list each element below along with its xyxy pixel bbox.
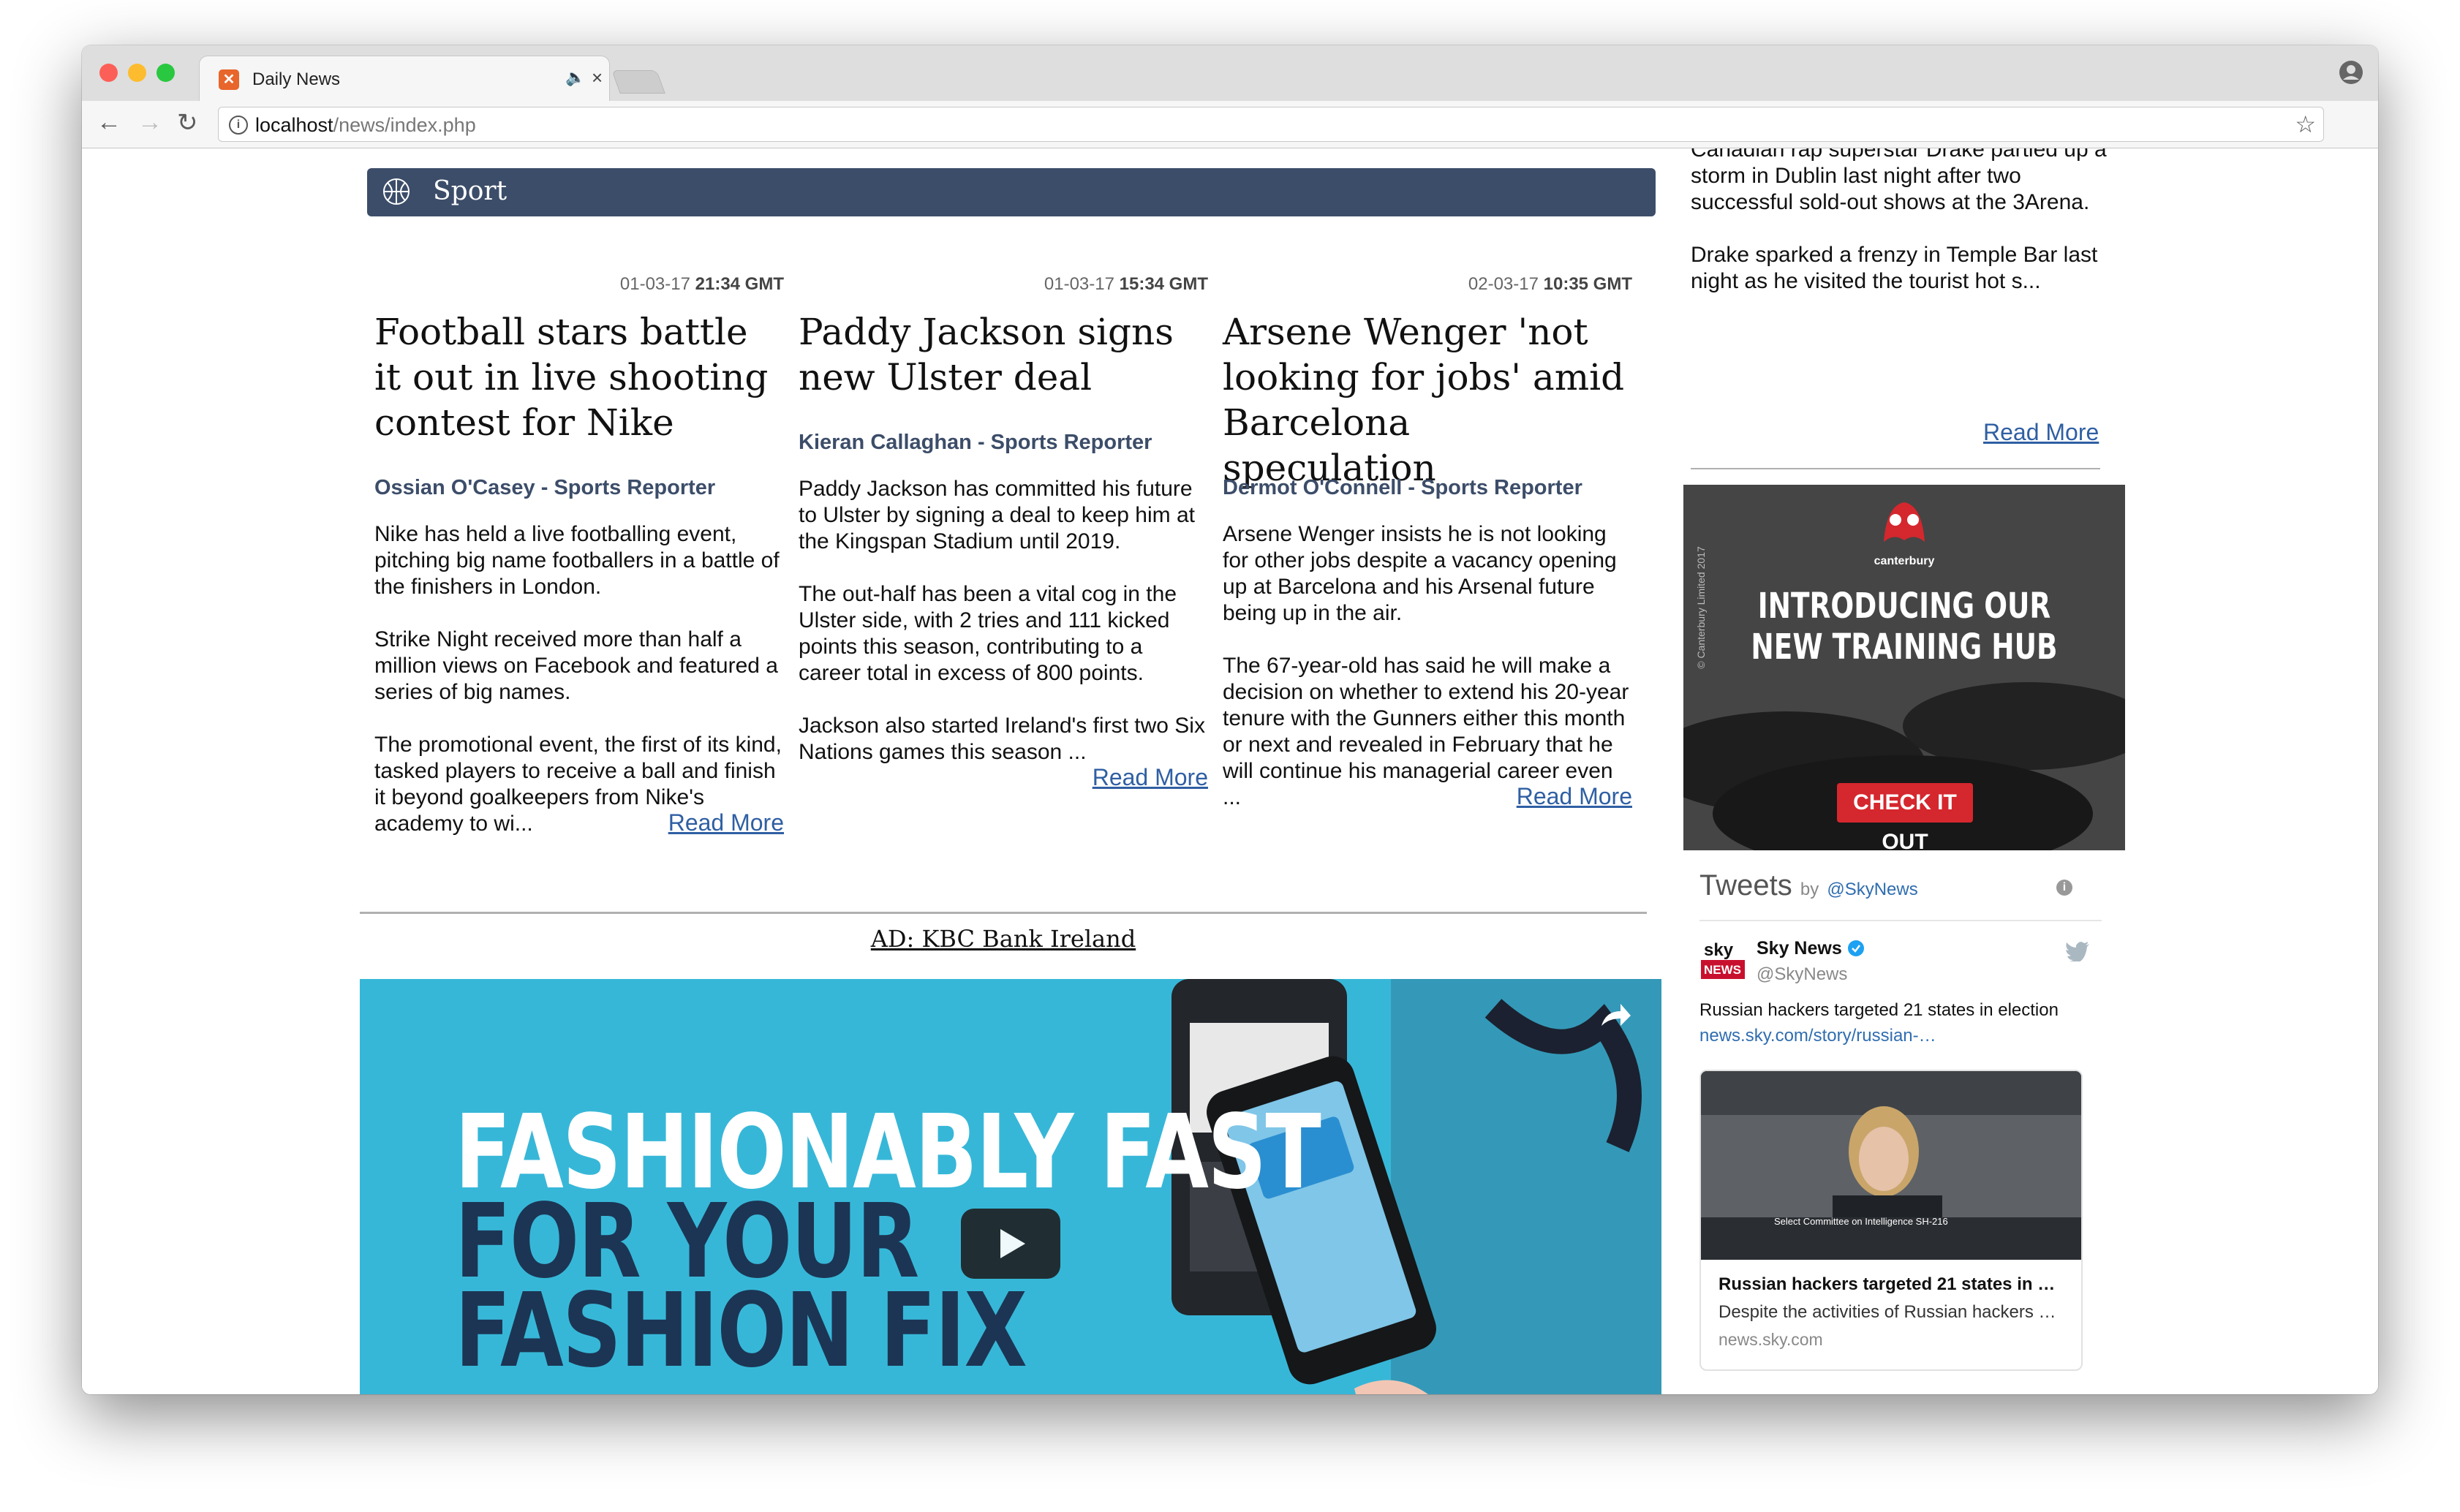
profile-icon[interactable] [2339, 60, 2363, 85]
browser-tab[interactable]: ✕ Daily News 🔈 × [199, 56, 610, 102]
article-body: Paddy Jackson has committed his future t… [799, 476, 1208, 792]
tweets-handle-link[interactable]: @SkyNews [1827, 880, 1917, 899]
article-date: 01-03-17 21:34 GMT [619, 274, 784, 294]
info-icon[interactable]: i [229, 116, 248, 135]
tweet-card-domain: news.sky.com [1718, 1330, 1823, 1349]
read-more-link[interactable]: Read More [1517, 783, 1632, 810]
new-tab-button[interactable] [611, 70, 665, 94]
article-headline[interactable]: Paddy Jackson signs new Ulster deal [799, 309, 1208, 400]
article-byline: Kieran Callaghan - Sports Reporter [799, 431, 1152, 454]
article-paragraph: The out-half has been a vital cog in the… [799, 582, 1177, 685]
play-icon [1000, 1229, 1025, 1258]
bookmark-star-icon[interactable]: ☆ [2295, 110, 2316, 138]
tweet-author-handle[interactable]: @SkyNews [1757, 964, 1847, 985]
section-divider [360, 912, 1647, 914]
tweet-card-description: Despite the activities of Russian hacker… [1718, 1302, 2056, 1322]
tweet-text: Russian hackers targeted 21 states in el… [1699, 1000, 2059, 1020]
check-it-out-button[interactable]: CHECK IT OUT [1837, 783, 1973, 850]
close-window-button[interactable] [99, 64, 118, 82]
sidebar-story: Canadian rap superstar Drake partied up … [1691, 148, 2129, 321]
tweet-link[interactable]: news.sky.com/story/russian-… [1699, 1026, 1936, 1046]
twitter-bird-icon[interactable] [2065, 941, 2090, 961]
video-ad-player[interactable]: FASHIONABLY FAST FOR YOUR FASHION FIX [360, 979, 1661, 1394]
maximize-window-button[interactable] [156, 64, 175, 82]
video-headline-line-3: FASHION FIX [455, 1271, 1027, 1391]
banner-title: INTRODUCING OUR NEW TRAINING HUB [1751, 586, 2058, 668]
tweet-card-image: Select Committee on Intelligence SH-216 [1701, 1071, 2081, 1260]
banner-brand: canterbury [1874, 555, 1935, 567]
browser-window: ✕ Daily News 🔈 × ← → ↻ i localhost/news/… [82, 45, 2378, 1394]
svg-text:NEWS: NEWS [1704, 963, 1741, 977]
canterbury-logo-icon [1884, 502, 1925, 542]
article-headline[interactable]: Football stars battle it out in live sho… [374, 309, 784, 445]
title-bar: ✕ Daily News 🔈 × [82, 45, 2378, 102]
article-date: 01-03-17 15:34 GMT [1044, 274, 1208, 294]
article-card: 01-03-17 15:34 GMT Paddy Jackson signs n… [799, 274, 1208, 859]
section-header: Sport [367, 168, 1656, 216]
tweets-separator [1699, 920, 2102, 921]
basketball-icon [383, 178, 410, 205]
page-content: Sport 01-03-17 21:34 GMT Football stars … [82, 148, 2378, 1394]
browser-toolbar: ← → ↻ i localhost/news/index.php ☆ [82, 101, 2378, 148]
verified-badge-icon [1847, 940, 1864, 956]
article-card: 01-03-17 21:34 GMT Football stars battle… [374, 274, 784, 859]
tab-title: Daily News [252, 69, 341, 89]
info-icon[interactable]: i [2056, 880, 2072, 896]
article-paragraph: Jackson also started Ireland's first two… [799, 714, 1205, 764]
close-tab-icon[interactable]: × [592, 67, 603, 89]
article-headline[interactable]: Arsene Wenger 'not looking for jobs' ami… [1223, 309, 1632, 491]
article-paragraph: Nike has held a live footballing event, … [374, 522, 780, 599]
sidebar-paragraph: Canadian rap superstar Drake partied up … [1691, 148, 2107, 214]
article-paragraph: Arsene Wenger insists he is not looking … [1223, 522, 1617, 625]
url-text[interactable]: localhost/news/index.php [255, 114, 476, 137]
article-byline: Ossian O'Casey - Sports Reporter [374, 476, 716, 499]
xampp-favicon-icon: ✕ [219, 69, 239, 90]
svg-text:sky: sky [1704, 940, 1734, 960]
ad-label-link[interactable]: AD: KBC Bank Ireland [360, 925, 1647, 953]
article-date: 02-03-17 10:35 GMT [1468, 274, 1632, 294]
banner-copyright: © Canterbury Limited 2017 [1694, 546, 1707, 669]
sidebar-paragraph: Drake sparked a frenzy in Temple Bar las… [1691, 243, 2098, 293]
minimize-window-button[interactable] [128, 64, 146, 82]
section-title: Sport [433, 176, 508, 206]
article-paragraph: Strike Night received more than half a m… [374, 627, 778, 704]
tweets-header: Tweets by @SkyNews [1699, 869, 1918, 902]
read-more-link[interactable]: Read More [1093, 764, 1208, 791]
play-button[interactable] [961, 1209, 1060, 1279]
article-byline: Dermot O'Connell - Sports Reporter [1223, 476, 1582, 499]
sidebar-read-more-link[interactable]: Read More [1983, 419, 2099, 446]
share-arrow-icon[interactable] [1599, 1001, 1632, 1030]
back-arrow-icon[interactable]: ← [97, 108, 121, 137]
forward-arrow-icon[interactable]: → [137, 108, 162, 137]
read-more-link[interactable]: Read More [668, 809, 784, 836]
tweets-heading: Tweets [1699, 869, 1792, 901]
sidebar-banner-ad[interactable]: canterbury © Canterbury Limited 2017 INT… [1683, 485, 2125, 850]
article-paragraph: Paddy Jackson has committed his future t… [799, 477, 1195, 553]
tweet-link-card[interactable]: Select Committee on Intelligence SH-216 … [1699, 1070, 2083, 1371]
address-bar[interactable]: i localhost/news/index.php ☆ [218, 107, 2324, 142]
sidebar-story-body: Canadian rap superstar Drake partied up … [1691, 148, 2129, 295]
tweet-card-title: Russian hackers targeted 21 states in … [1718, 1274, 2056, 1294]
sky-news-avatar[interactable]: sky NEWS [1699, 937, 1748, 985]
reload-icon[interactable]: ↻ [177, 108, 198, 137]
tweet-card-caption: Select Committee on Intelligence SH-216 [1774, 1216, 1948, 1227]
tweet-author-name[interactable]: Sky News [1757, 938, 1865, 959]
speaker-icon[interactable]: 🔈 [565, 68, 585, 87]
tweets-by: by [1800, 880, 1819, 899]
article-card: 02-03-17 10:35 GMT Arsene Wenger 'not lo… [1223, 274, 1632, 859]
sidebar-divider [1691, 468, 2100, 469]
